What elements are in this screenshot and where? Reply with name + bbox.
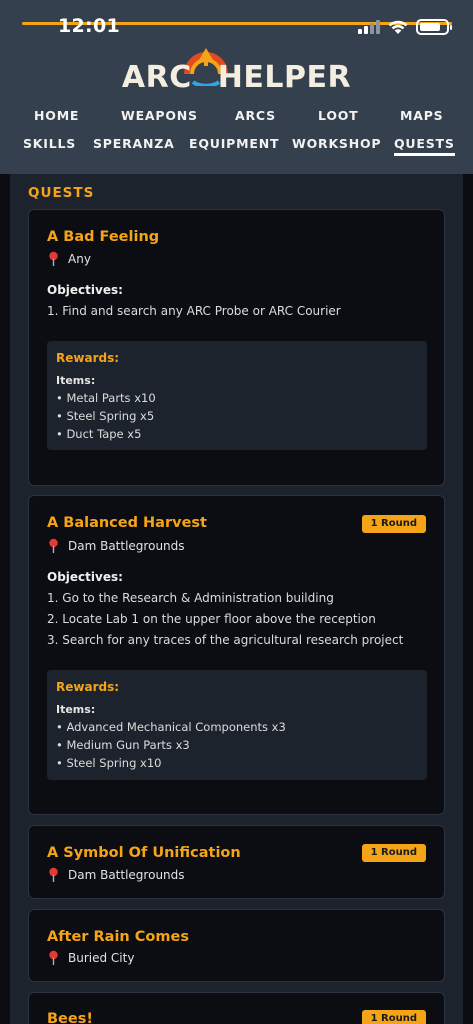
location-pin-icon	[49, 538, 58, 553]
items-label: Items:	[56, 703, 96, 716]
items-label: Items:	[56, 374, 96, 387]
status-bar: 12:01	[0, 0, 473, 44]
rounds-badge: 1 Round	[361, 515, 426, 533]
rounds-badge: 1 Round	[361, 844, 426, 862]
nav-arcs[interactable]: ARCS	[235, 108, 276, 123]
rewards-box: Rewards: Items: • Advanced Mechanical Co…	[47, 670, 427, 780]
logo-text: ARC HELPER	[121, 60, 352, 95]
nav-skills[interactable]: SKILLS	[23, 136, 76, 151]
status-icons	[358, 18, 452, 36]
quest-title: Bees!	[47, 1011, 93, 1024]
reward-item: • Advanced Mechanical Components x3	[56, 720, 286, 734]
reward-item: • Steel Spring x5	[56, 409, 155, 423]
reward-item: • Metal Parts x10	[56, 391, 156, 405]
rewards-label: Rewards:	[56, 680, 120, 694]
quest-card[interactable]: A Symbol Of Unification 1 Round Dam Batt…	[28, 825, 445, 899]
quest-location: Buried City	[47, 950, 134, 965]
nav-home[interactable]: HOME	[34, 108, 79, 123]
quest-location: Any	[47, 251, 91, 266]
wifi-icon	[388, 20, 408, 34]
quest-card[interactable]: A Bad Feeling Any Objectives: 1. Find an…	[28, 209, 445, 486]
nav-maps[interactable]: MAPS	[400, 108, 443, 123]
reward-item: • Duct Tape x5	[56, 427, 142, 441]
signal-icon	[358, 20, 380, 34]
status-time: 12:01	[58, 15, 120, 37]
nav-loot[interactable]: LOOT	[318, 108, 359, 123]
rewards-label: Rewards:	[56, 351, 120, 365]
objectives-label: Objectives:	[47, 570, 123, 584]
objective-item: 2. Locate Lab 1 on the upper floor above…	[47, 612, 376, 626]
app-logo[interactable]: ARC HELPER	[0, 40, 473, 95]
quest-title: A Symbol Of Unification	[47, 845, 241, 861]
location-pin-icon	[49, 867, 58, 882]
quests-panel: QUESTS A Bad Feeling Any Objectives: 1. …	[10, 174, 463, 1024]
section-title: QUESTS	[28, 185, 95, 201]
objectives-label: Objectives:	[47, 283, 123, 297]
quest-card[interactable]: A Balanced Harvest 1 Round Dam Battlegro…	[28, 495, 445, 815]
quest-card[interactable]: Bees! 1 Round	[28, 992, 445, 1024]
nav-workshop[interactable]: WORKSHOP	[292, 136, 381, 151]
battery-icon	[416, 19, 452, 35]
nav-equipment[interactable]: EQUIPMENT	[189, 136, 279, 151]
quest-card[interactable]: After Rain Comes Buried City	[28, 909, 445, 982]
quest-title: A Balanced Harvest	[47, 515, 207, 531]
quest-location: Dam Battlegrounds	[47, 538, 185, 553]
objective-item: 1. Go to the Research & Administration b…	[47, 591, 334, 605]
objective-item: 3. Search for any traces of the agricult…	[47, 633, 404, 647]
nav-quests[interactable]: QUESTS	[394, 136, 455, 156]
location-pin-icon	[49, 950, 58, 965]
nav-row-1: HOME WEAPONS ARCS LOOT MAPS	[0, 108, 473, 130]
objective-item: 1. Find and search any ARC Probe or ARC …	[47, 304, 341, 318]
reward-item: • Steel Spring x10	[56, 756, 162, 770]
quest-title: After Rain Comes	[47, 929, 189, 945]
quest-location: Dam Battlegrounds	[47, 867, 185, 882]
rounds-badge: 1 Round	[361, 1010, 426, 1024]
nav-weapons[interactable]: WEAPONS	[121, 108, 198, 123]
rewards-box: Rewards: Items: • Metal Parts x10 • Stee…	[47, 341, 427, 450]
nav-row-2: SKILLS SPERANZA EQUIPMENT WORKSHOP QUEST…	[0, 136, 473, 158]
nav-speranza[interactable]: SPERANZA	[93, 136, 175, 151]
reward-item: • Medium Gun Parts x3	[56, 738, 190, 752]
location-pin-icon	[49, 251, 58, 266]
quest-title: A Bad Feeling	[47, 229, 160, 245]
app-header: 12:01 ARC HELPER HOME WEAPONS ARCS LOOT M…	[0, 0, 473, 174]
